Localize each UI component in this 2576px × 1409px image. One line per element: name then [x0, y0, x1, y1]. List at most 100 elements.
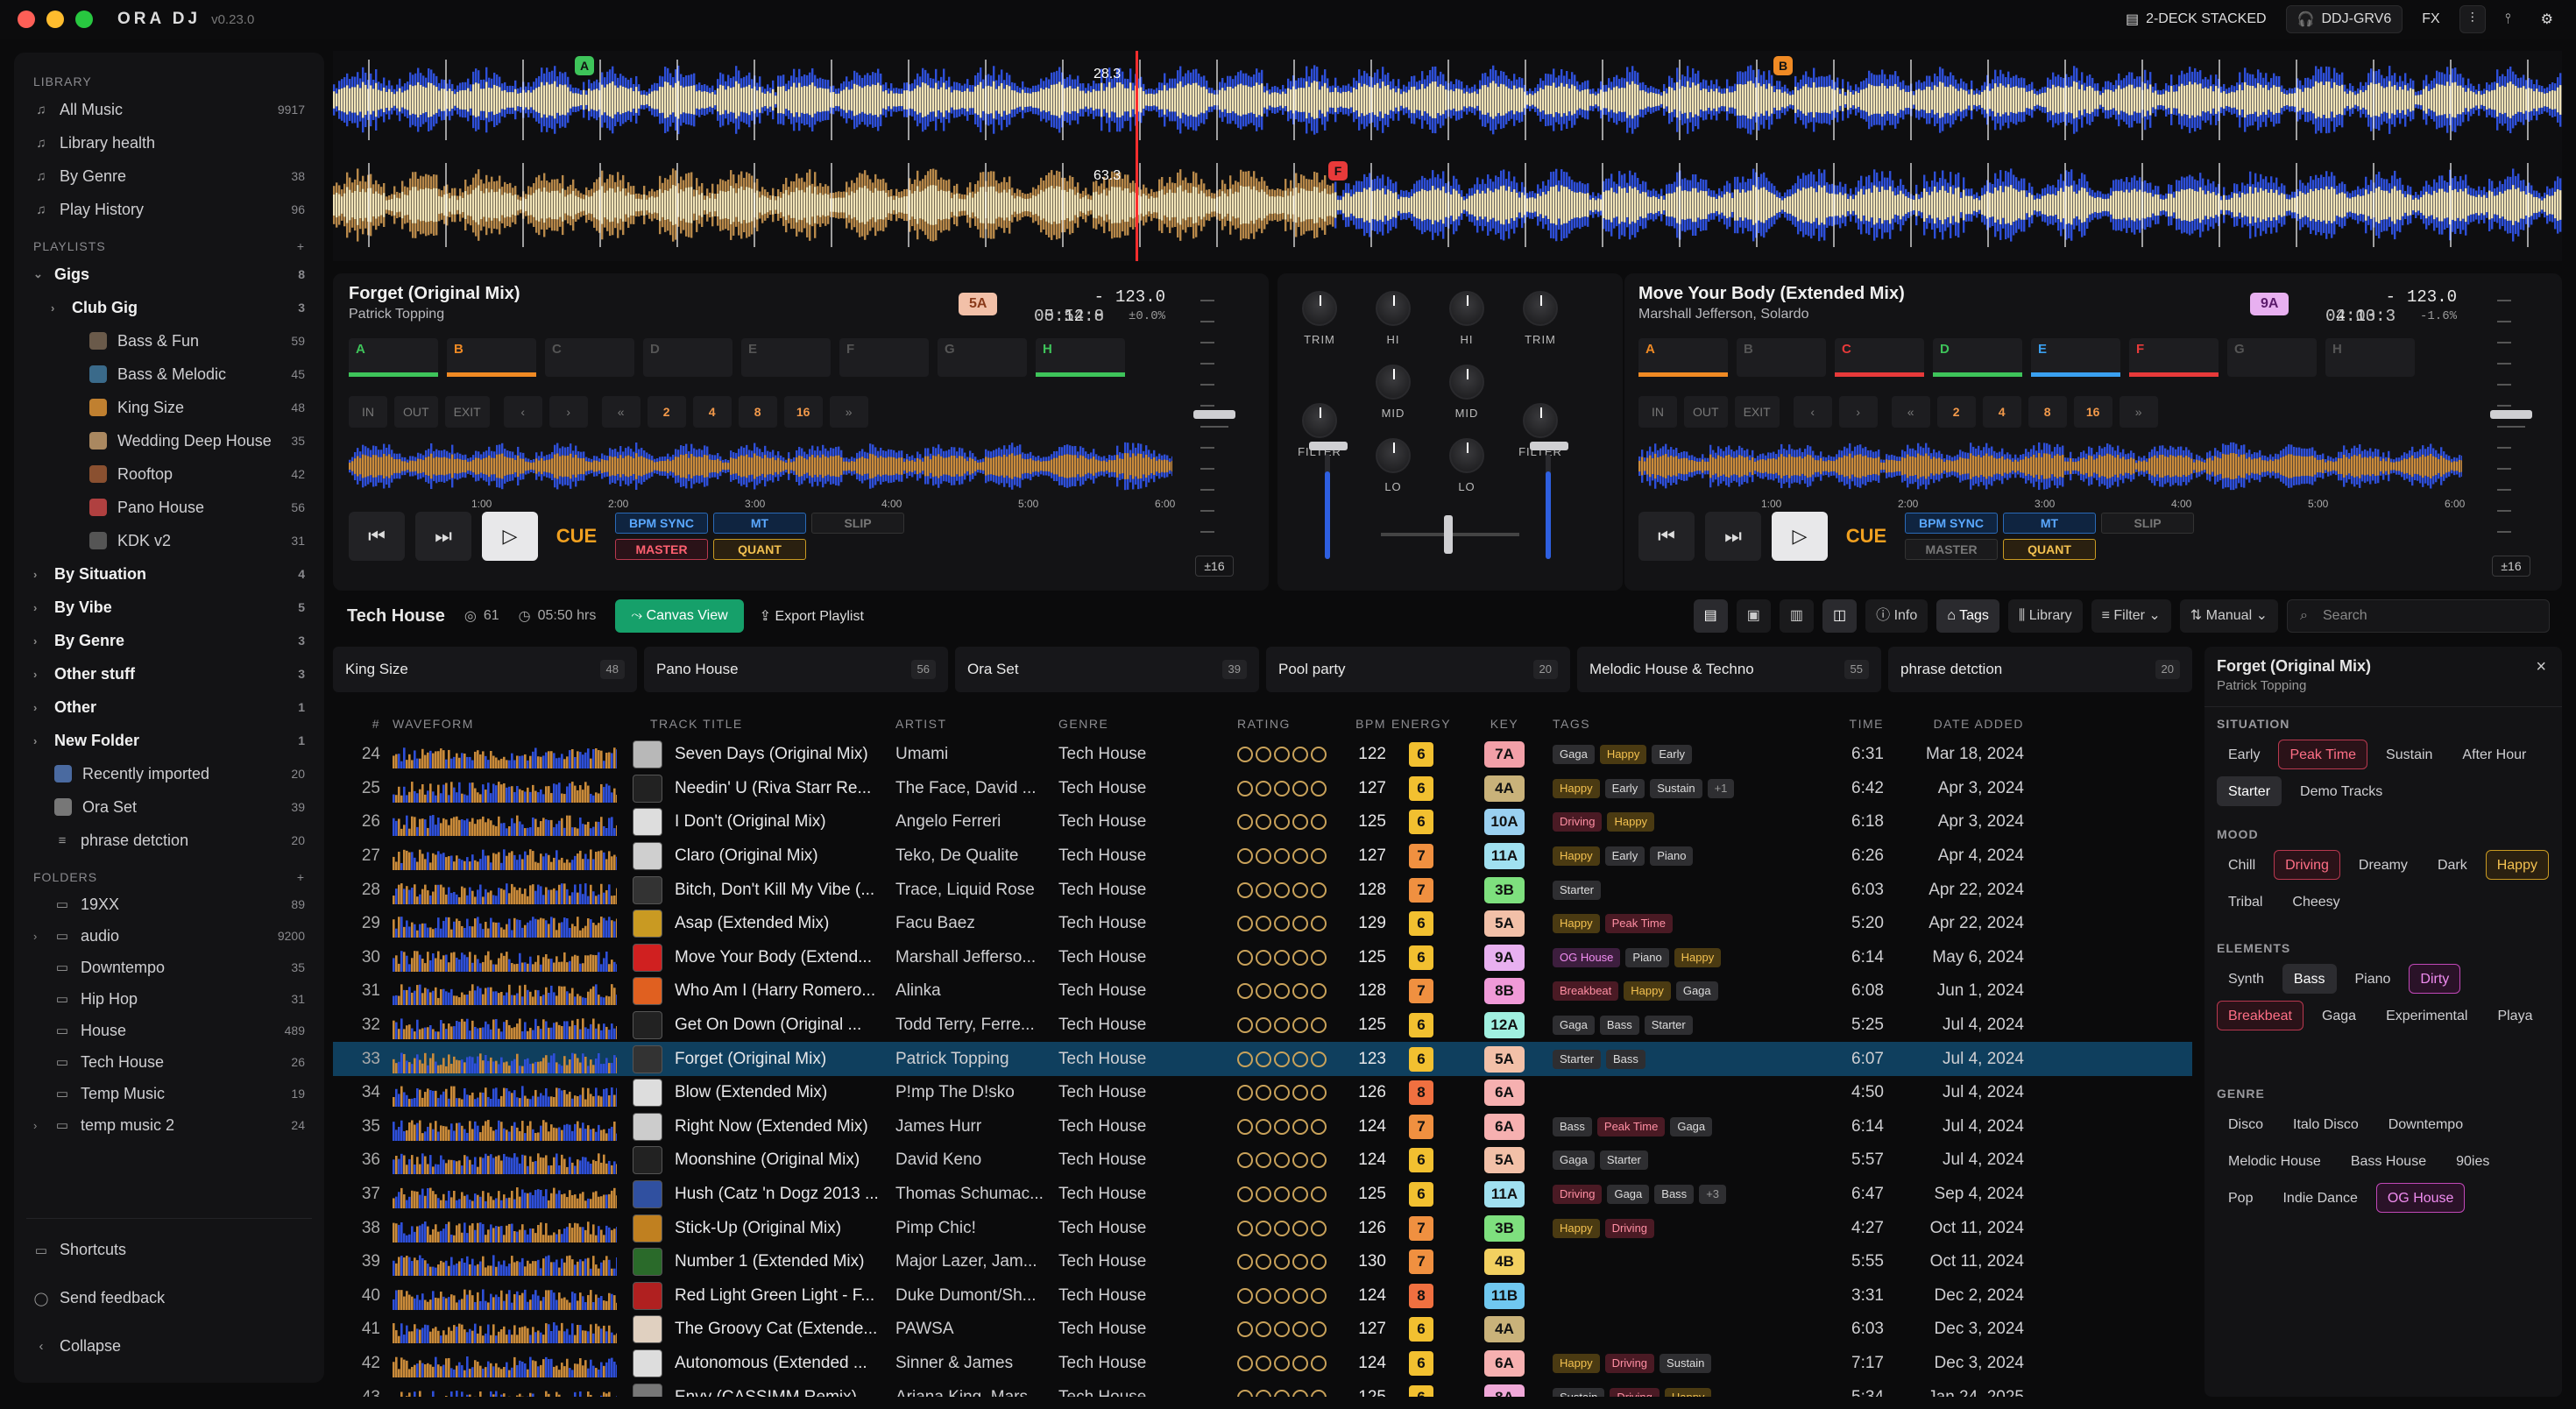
fx-button[interactable]: FX: [2411, 5, 2450, 33]
eq-button[interactable]: ⫯: [2495, 5, 2522, 33]
hotcue-pad[interactable]: C: [545, 338, 634, 377]
playlist-item[interactable]: KDK v2 31: [14, 524, 324, 557]
chevron-icon[interactable]: ›: [33, 734, 47, 747]
loop-button[interactable]: EXIT: [1734, 396, 1780, 428]
hotcue-pad[interactable]: G: [2227, 338, 2317, 377]
chevron-icon[interactable]: ›: [33, 601, 47, 614]
loop-button[interactable]: 2: [647, 396, 686, 428]
library-item[interactable]: ♫ Play History 96: [14, 193, 324, 226]
hotcue-pad[interactable]: E: [741, 338, 831, 377]
playlist-item[interactable]: Recently imported 20: [14, 757, 324, 790]
chevron-icon[interactable]: ›: [33, 568, 47, 581]
minimize-window-button[interactable]: [46, 11, 64, 28]
footer-item[interactable]: ◯ Send feedback: [14, 1274, 324, 1322]
folder-item[interactable]: ▭ House 489: [14, 1015, 324, 1046]
library-item[interactable]: ♫ By Genre 38: [14, 159, 324, 193]
loop-button[interactable]: 2: [1936, 396, 1976, 428]
hotcue-pad[interactable]: F: [2129, 338, 2219, 377]
playlist-item[interactable]: Bass & Melodic 45: [14, 358, 324, 391]
crossfader-handle[interactable]: [1444, 515, 1453, 554]
mixer-knob-filter[interactable]: [1302, 403, 1337, 438]
footer-item[interactable]: ‹ Collapse: [14, 1322, 324, 1370]
hotcue-pad[interactable]: H: [2325, 338, 2415, 377]
loop-button[interactable]: OUT: [394, 396, 438, 428]
playlist-item[interactable]: ⌄ Gigs 8: [14, 258, 324, 291]
pitch-handle[interactable]: [1193, 410, 1235, 419]
loop-button[interactable]: 4: [1982, 396, 2021, 428]
mixer-knob-mid[interactable]: [1376, 365, 1411, 400]
deck-a-master-button[interactable]: MASTER: [615, 539, 708, 560]
overview-waveforms[interactable]: ABF 28.3 63.3: [333, 51, 2562, 261]
playlist-item[interactable]: › Other 1: [14, 690, 324, 724]
loop-button[interactable]: 16: [783, 396, 823, 428]
playlist-item[interactable]: Rooftop 42: [14, 457, 324, 491]
deck-a-prev-button[interactable]: ⏮: [349, 512, 405, 561]
deck-a-cue-button[interactable]: CUE: [548, 525, 605, 548]
folder-item[interactable]: ▭ Hip Hop 31: [14, 983, 324, 1015]
chevron-icon[interactable]: ›: [51, 301, 65, 315]
add-folder-icon[interactable]: +: [297, 866, 305, 889]
hotcue-pad[interactable]: E: [2031, 338, 2120, 377]
folder-item[interactable]: ▭ Tech House 26: [14, 1046, 324, 1078]
mixer-knob-lo[interactable]: [1449, 438, 1484, 473]
playlist-item[interactable]: Ora Set 39: [14, 790, 324, 824]
loop-button[interactable]: ›: [1838, 396, 1878, 428]
playlist-item[interactable]: › By Genre 3: [14, 624, 324, 657]
loop-button[interactable]: OUT: [1684, 396, 1728, 428]
mixer-knob-hi[interactable]: [1376, 291, 1411, 326]
library-item[interactable]: ♫ All Music 9917: [14, 93, 324, 126]
chevron-icon[interactable]: ⌄: [33, 267, 47, 281]
playlist-item[interactable]: › By Vibe 5: [14, 591, 324, 624]
folder-item[interactable]: ▭ Downtempo 35: [14, 952, 324, 983]
loop-button[interactable]: 8: [738, 396, 777, 428]
playlist-item[interactable]: ≡ phrase detction 20: [14, 824, 324, 857]
folder-item[interactable]: › ▭ audio 9200: [14, 920, 324, 952]
channel-fader-handle[interactable]: [1530, 442, 1568, 450]
loop-button[interactable]: »: [2119, 396, 2158, 428]
loop-button[interactable]: 16: [2073, 396, 2112, 428]
playlist-item[interactable]: › By Situation 4: [14, 557, 324, 591]
loop-button[interactable]: ›: [548, 396, 588, 428]
mixer-knob-hi[interactable]: [1449, 291, 1484, 326]
library-item[interactable]: ♫ Library health: [14, 126, 324, 159]
loop-button[interactable]: 8: [2028, 396, 2067, 428]
deck-a-pitch-range[interactable]: ±16: [1195, 556, 1234, 577]
loop-button[interactable]: EXIT: [444, 396, 490, 428]
deck-a-bpm-sync-button[interactable]: BPM SYNC: [615, 513, 708, 534]
chevron-icon[interactable]: ›: [33, 668, 47, 681]
loop-button[interactable]: ‹: [1793, 396, 1832, 428]
playlist-item[interactable]: › Other stuff 3: [14, 657, 324, 690]
hotcue-pad[interactable]: B: [447, 338, 536, 377]
close-window-button[interactable]: [18, 11, 35, 28]
deck-a-next-button[interactable]: ⏭: [415, 512, 471, 561]
hotcue-pad[interactable]: A: [1638, 338, 1728, 377]
deck-a-mini-waveform[interactable]: [349, 436, 1172, 498]
add-playlist-icon[interactable]: +: [297, 235, 305, 258]
hotcue-pad[interactable]: D: [643, 338, 732, 377]
settings-button[interactable]: ⚙: [2530, 5, 2564, 33]
folder-item[interactable]: ▭ 19XX 89: [14, 889, 324, 920]
controller-button[interactable]: 🎧 DDJ-GRV6: [2285, 5, 2403, 33]
mixer-knob-filter[interactable]: [1523, 403, 1558, 438]
hotcue-pad[interactable]: G: [938, 338, 1027, 377]
mixer-toggle-button[interactable]: ⫶: [2459, 5, 2486, 33]
footer-item[interactable]: ▭ Shortcuts: [14, 1226, 324, 1274]
mixer-knob-lo[interactable]: [1376, 438, 1411, 473]
channel-fader-handle[interactable]: [1309, 442, 1348, 450]
deck-a-mt-button[interactable]: MT: [713, 513, 806, 534]
mixer-knob-mid[interactable]: [1449, 365, 1484, 400]
mixer-knob-trim[interactable]: [1302, 291, 1337, 326]
loop-button[interactable]: 4: [692, 396, 732, 428]
deck-a-pitch-fader[interactable]: [1192, 291, 1237, 554]
playlist-item[interactable]: › Club Gig 3: [14, 291, 324, 324]
folder-item[interactable]: ▭ Temp Music 19: [14, 1078, 324, 1109]
playlist-item[interactable]: Bass & Fun 59: [14, 324, 324, 358]
deck-b-mini-waveform[interactable]: [1638, 436, 2462, 498]
layout-button[interactable]: ▤ 2-DECK STACKED: [2115, 5, 2277, 33]
folder-item[interactable]: › ▭ temp music 2 24: [14, 1109, 324, 1141]
playlist-item[interactable]: › New Folder 1: [14, 724, 324, 757]
mixer-knob-trim[interactable]: [1523, 291, 1558, 326]
hotcue-pad[interactable]: H: [1036, 338, 1125, 377]
loop-button[interactable]: «: [601, 396, 640, 428]
hotcue-pad[interactable]: C: [1835, 338, 1924, 377]
